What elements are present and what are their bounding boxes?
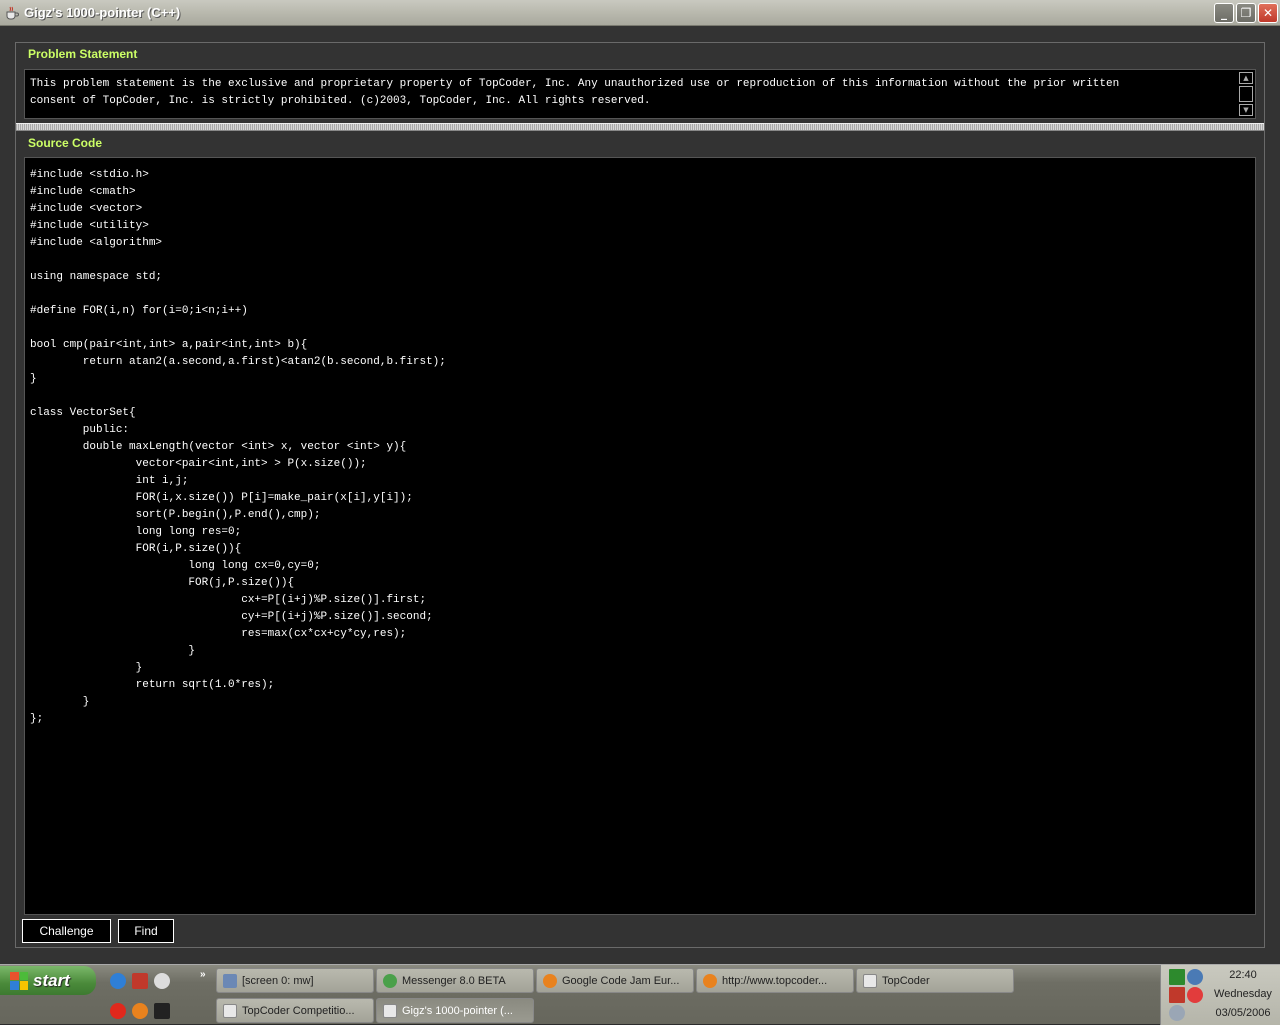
user-icon[interactable] (1187, 969, 1203, 985)
minimize-button[interactable]: _ (1214, 3, 1234, 23)
clock-day: Wednesday (1214, 988, 1272, 1000)
problem-statement-header: Problem Statement (28, 47, 138, 61)
system-tray: 22:40 Wednesday 03/05/2006 (1160, 965, 1280, 1025)
task-google-code-jam[interactable]: Google Code Jam Eur... (536, 968, 694, 993)
close-button[interactable]: ✕ (1258, 3, 1278, 23)
task-gigz-1000-pointer[interactable]: Gigz's 1000-pointer (... (376, 998, 534, 1023)
source-code-pane[interactable]: #include <stdio.h> #include <cmath> #inc… (24, 157, 1256, 915)
challenge-button[interactable]: Challenge (22, 919, 111, 943)
java-cup-icon (6, 6, 19, 19)
problem-statement-text: This problem statement is the exclusive … (30, 78, 1120, 107)
network-icon[interactable] (154, 973, 170, 989)
scroll-up-icon[interactable]: ▲ (1239, 72, 1253, 84)
flag-icon[interactable] (1169, 987, 1185, 1003)
taskbar: start » [screen 0: mw] Messenger 8.0 BET… (0, 964, 1280, 1025)
java-cup-icon (223, 1003, 237, 1018)
scroll-thumb[interactable] (1239, 86, 1253, 102)
task-messenger[interactable]: Messenger 8.0 BETA (376, 968, 534, 993)
window-title: Gigz's 1000-pointer (C++) (24, 5, 181, 20)
task-topcoder-url[interactable]: http://www.topcoder... (696, 968, 854, 993)
problem-statement-pane[interactable]: This problem statement is the exclusive … (24, 69, 1256, 119)
pane-splitter[interactable] (16, 123, 1264, 131)
find-button[interactable]: Find (118, 919, 174, 943)
task-topcoder[interactable]: TopCoder (856, 968, 1014, 993)
clock-date: 03/05/2006 (1215, 1007, 1271, 1019)
start-button[interactable]: start (0, 966, 96, 995)
window-body: Problem Statement This problem statement… (0, 26, 1280, 964)
quick-launch-more-icon[interactable]: » (200, 969, 206, 980)
scroll-down-icon[interactable]: ▼ (1239, 104, 1253, 116)
start-label: start (33, 970, 70, 990)
skype-icon[interactable] (110, 1003, 126, 1019)
cpu-meter-icon[interactable] (1169, 969, 1185, 985)
window-title-bar[interactable]: Gigz's 1000-pointer (C++) _ ❐ ✕ (0, 0, 1280, 26)
firefox-icon (543, 973, 557, 988)
clock-time[interactable]: 22:40 (1207, 969, 1279, 981)
main-frame: Problem Statement This problem statement… (15, 42, 1265, 948)
terminal-icon (223, 973, 237, 988)
task-screen-mw[interactable]: [screen 0: mw] (216, 968, 374, 993)
task-topcoder-competition[interactable]: TopCoder Competitio... (216, 998, 374, 1023)
source-code-header: Source Code (28, 136, 103, 150)
java-cup-icon (863, 973, 877, 988)
firefox-icon (703, 973, 717, 988)
internet-explorer-icon[interactable] (110, 973, 126, 989)
media-icon[interactable] (154, 1003, 170, 1019)
speaker-icon[interactable] (1169, 1005, 1185, 1021)
java-cup-icon (383, 1003, 397, 1018)
source-code-text: #include <stdio.h> #include <cmath> #inc… (30, 169, 446, 725)
firefox-icon[interactable] (132, 1003, 148, 1019)
windows-flag-icon (10, 971, 28, 990)
problem-scrollbar[interactable]: ▲ ▼ (1239, 72, 1253, 116)
ghost-icon[interactable] (1187, 987, 1203, 1003)
restore-button[interactable]: ❐ (1236, 3, 1256, 23)
messenger-icon[interactable] (132, 973, 148, 989)
messenger-buddy-icon (383, 973, 397, 988)
